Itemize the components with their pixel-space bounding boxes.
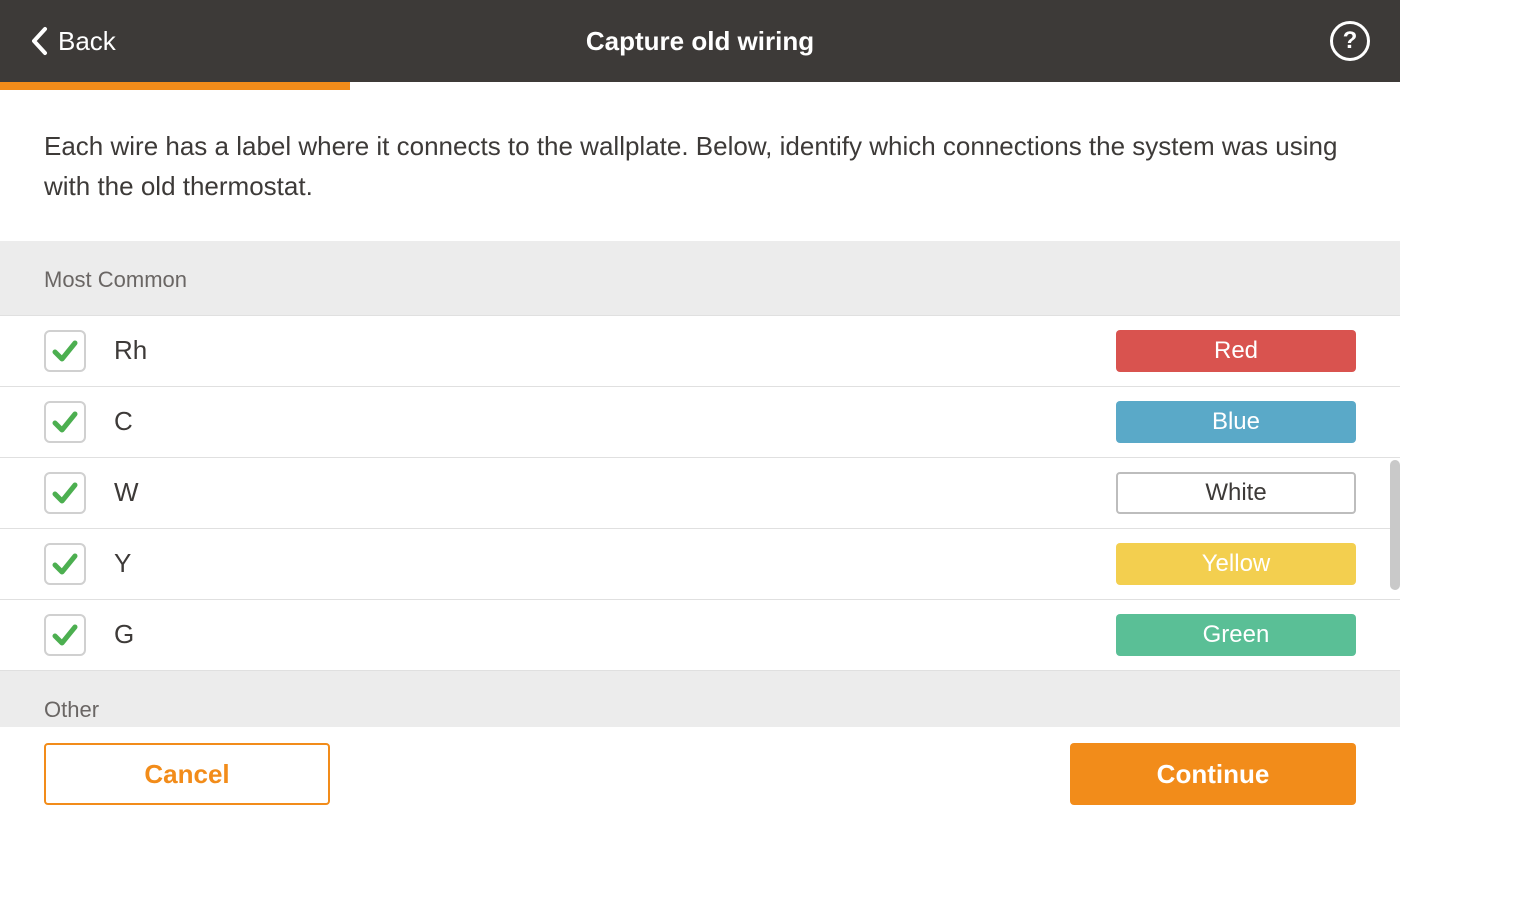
scrollbar-thumb[interactable] (1390, 460, 1400, 590)
cancel-label: Cancel (144, 759, 229, 790)
section-common-header: Most Common (0, 241, 1400, 315)
check-icon (50, 549, 80, 579)
instructions-text: Each wire has a label where it connects … (0, 90, 1400, 241)
check-icon (50, 407, 80, 437)
wire-row: Rh Red (0, 316, 1400, 387)
wire-row: W White (0, 458, 1400, 529)
check-icon (50, 620, 80, 650)
wire-row: G Green (0, 600, 1400, 671)
help-icon: ? (1343, 27, 1358, 55)
cancel-button[interactable]: Cancel (44, 743, 330, 805)
wire-checkbox[interactable] (44, 472, 86, 514)
check-icon (50, 478, 80, 508)
wire-color-badge[interactable]: Red (1116, 330, 1356, 372)
check-icon (50, 336, 80, 366)
wire-color-badge[interactable]: Green (1116, 614, 1356, 656)
wire-checkbox[interactable] (44, 330, 86, 372)
wire-checkbox[interactable] (44, 401, 86, 443)
wire-list: Rh Red C Blue W White Y Yellow G Green (0, 315, 1400, 671)
wire-color-badge[interactable]: Blue (1116, 401, 1356, 443)
app-header: Back Capture old wiring ? (0, 0, 1400, 82)
back-label: Back (58, 26, 116, 57)
page-title: Capture old wiring (586, 26, 814, 57)
wire-checkbox[interactable] (44, 614, 86, 656)
wire-row: C Blue (0, 387, 1400, 458)
continue-label: Continue (1157, 759, 1270, 790)
back-button[interactable]: Back (30, 26, 116, 57)
progress-fill (0, 82, 350, 90)
wire-label: W (114, 477, 1088, 508)
continue-button[interactable]: Continue (1070, 743, 1356, 805)
wire-checkbox[interactable] (44, 543, 86, 585)
help-button[interactable]: ? (1330, 21, 1370, 61)
chevron-left-icon (30, 26, 48, 56)
progress-bar (0, 82, 1400, 90)
wire-color-badge[interactable]: White (1116, 472, 1356, 514)
wire-label: G (114, 619, 1088, 650)
wire-row: Y Yellow (0, 529, 1400, 600)
footer-actions: Cancel Continue (0, 727, 1400, 915)
wire-color-badge[interactable]: Yellow (1116, 543, 1356, 585)
wire-label: Y (114, 548, 1088, 579)
wire-label: Rh (114, 335, 1088, 366)
wire-label: C (114, 406, 1088, 437)
